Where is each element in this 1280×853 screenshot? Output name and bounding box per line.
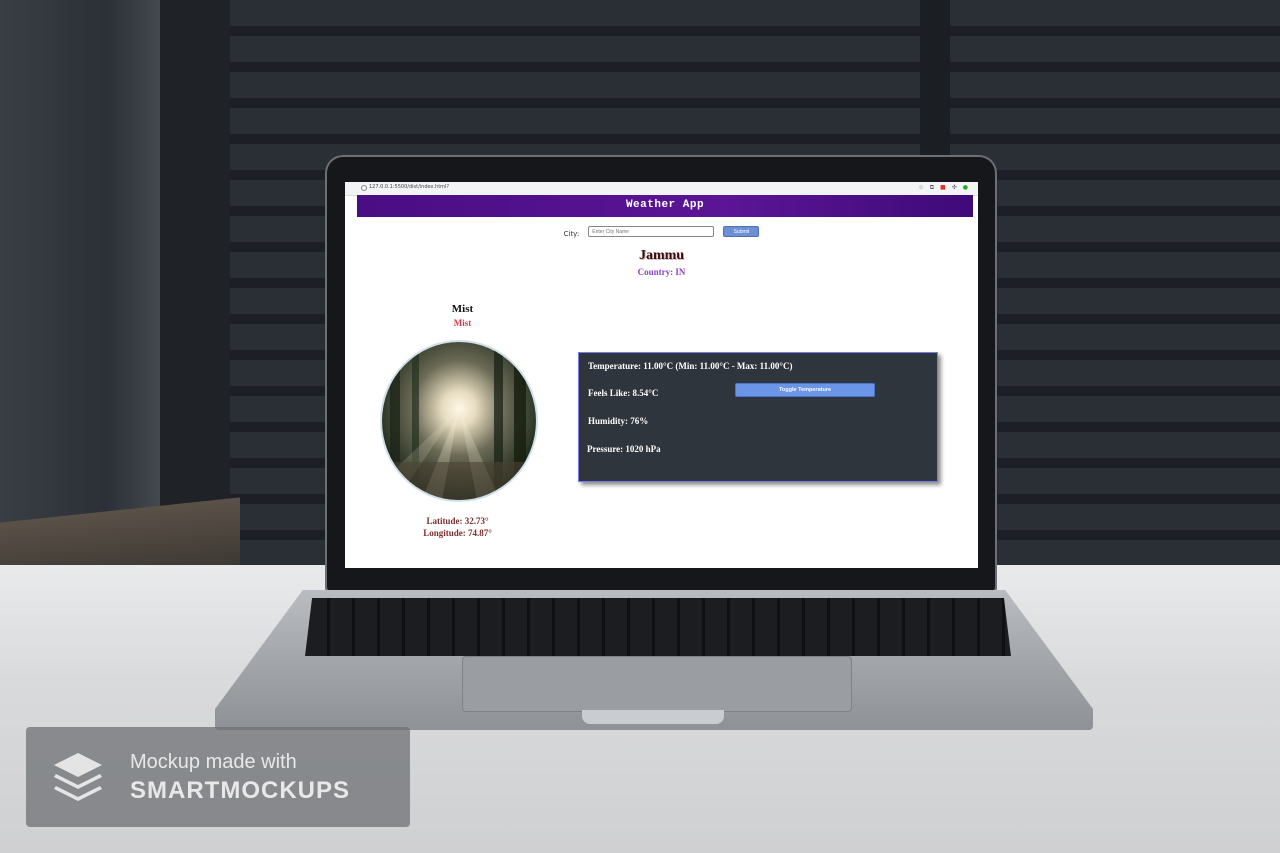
feels-like-label: Feels Like: 8.54°C [588, 388, 659, 398]
city-name: Jammu [638, 248, 685, 263]
background-window [0, 0, 175, 590]
watermark-text: Mockup made with [130, 751, 297, 773]
latitude-label: Latitude: 32.73° [426, 516, 489, 526]
laptop-notch [582, 710, 724, 724]
star-icon[interactable]: ☆ [918, 184, 923, 192]
weather-image [382, 342, 536, 500]
city-input[interactable] [588, 226, 715, 237]
weather-description: Mist [453, 318, 472, 328]
laptop-screen: 127.0.0.1:5500/dist/index.html? ☆ ⧉ ■ ✣ … [345, 182, 978, 568]
temperature-label: Temperature: 11.00°C (Min: 11.00°C - Max… [588, 361, 793, 371]
profile-icon[interactable]: ● [963, 184, 968, 192]
city-search-form: City: Submit [345, 221, 978, 240]
city-label: City: [563, 230, 580, 238]
address-bar[interactable]: 127.0.0.1:5500/dist/index.html? [369, 184, 449, 190]
puzzle-icon[interactable]: ✣ [952, 184, 957, 192]
layers-icon [54, 753, 102, 801]
laptop-trackpad [462, 656, 852, 712]
extension-icon[interactable]: ⧉ [930, 184, 934, 192]
info-icon[interactable] [361, 185, 367, 191]
weather-details-card: Temperature: 11.00°C (Min: 11.00°C - Max… [578, 352, 938, 482]
toggle-temperature-button[interactable]: Toggle Temperature [735, 383, 875, 397]
laptop-keyboard [305, 598, 1011, 656]
watermark-brand: SMARTMOCKUPS [130, 777, 350, 804]
app-title: Weather App [625, 199, 705, 211]
submit-button[interactable]: Submit [723, 226, 760, 237]
pressure-label: Pressure: 1020 hPa [587, 444, 661, 454]
watermark: Mockup made with SMARTMOCKUPS [26, 727, 410, 827]
coordinates: Latitude: 32.73° Longitude: 74.87° [375, 515, 540, 539]
forest-mist-image [382, 342, 536, 500]
app-header: Weather App [357, 195, 973, 217]
longitude-label: Longitude: 74.87° [423, 528, 492, 538]
pdf-extension-icon[interactable]: ■ [940, 184, 946, 192]
browser-actions: ☆ ⧉ ■ ✣ ● [918, 184, 968, 192]
browser-toolbar: 127.0.0.1:5500/dist/index.html? ☆ ⧉ ■ ✣ … [345, 182, 978, 196]
country-label: Country: IN [637, 267, 686, 277]
weather-main: Mist [451, 303, 474, 315]
humidity-label: Humidity: 76% [588, 416, 649, 426]
